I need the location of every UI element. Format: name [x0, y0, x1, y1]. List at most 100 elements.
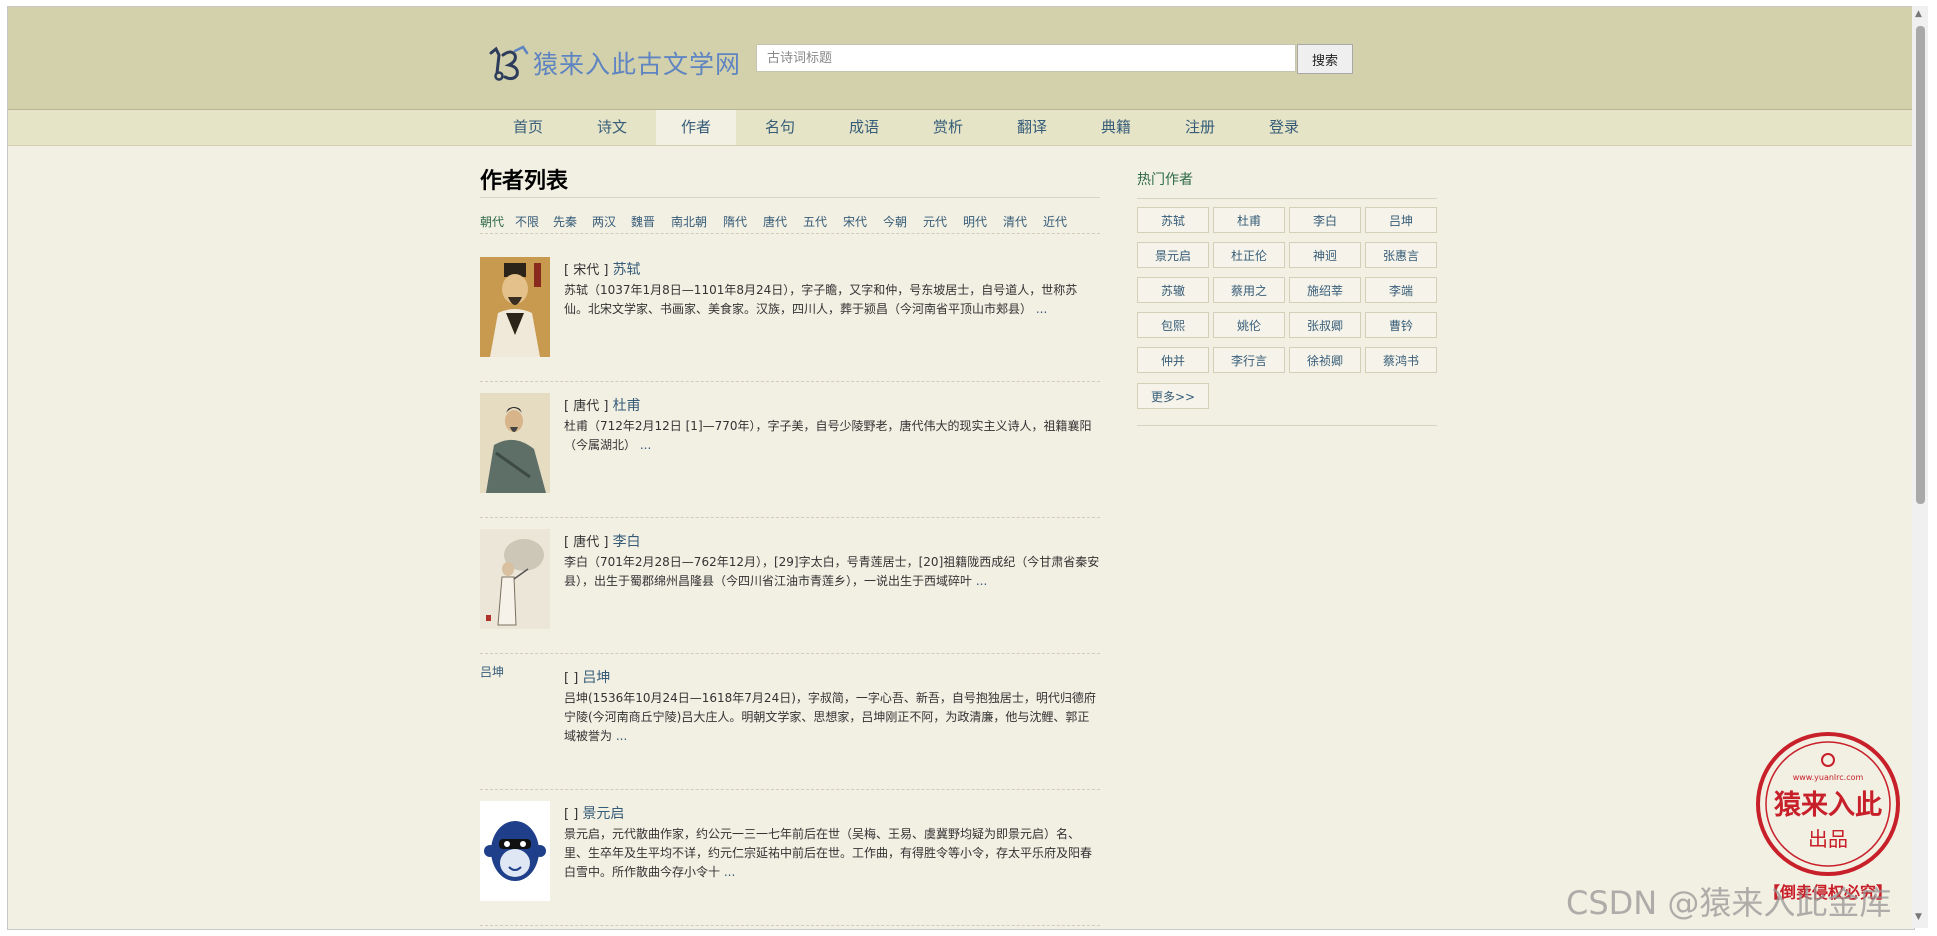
hot-author-link[interactable]: 杜甫	[1213, 207, 1285, 233]
hot-author-link[interactable]: 杜正伦	[1213, 242, 1285, 268]
scrollbar-thumb[interactable]	[1916, 26, 1925, 504]
nav-idioms[interactable]: 成语	[824, 110, 904, 145]
hot-author-link[interactable]: 神迥	[1289, 242, 1361, 268]
nav-authors[interactable]: 作者	[656, 110, 736, 145]
author-item-jing-yuanqi: [ ] 景元启 景元启，元代散曲作家，约公元一三一七年前后在世（吴梅、王易、虞冀…	[480, 801, 1100, 926]
author-name-link[interactable]: 吕坤	[582, 670, 610, 686]
nav-poems[interactable]: 诗文	[572, 110, 652, 145]
more-authors-link[interactable]: 更多>>	[1137, 383, 1209, 409]
hot-author-link[interactable]: 蔡用之	[1213, 277, 1285, 303]
author-item-du-fu: [ 唐代 ] 杜甫 杜甫（712年2月12日 [1]—770年），字子美，自号少…	[480, 393, 1100, 518]
nav-famous-lines[interactable]: 名句	[740, 110, 820, 145]
dynasty-five[interactable]: 五代	[803, 213, 827, 230]
nav-translation[interactable]: 翻译	[992, 110, 1072, 145]
hot-author-link[interactable]: 苏辙	[1137, 277, 1209, 303]
hot-author-link[interactable]: 蔡鸿书	[1365, 347, 1437, 373]
author-item-lv-kun: 吕坤 [ ] 吕坤 吕坤(1536年10月24日—1618年7月24日)，字叔简…	[480, 665, 1100, 790]
author-bio: 杜甫（712年2月12日 [1]—770年），字子美，自号少陵野老，唐代伟大的现…	[564, 417, 1100, 455]
seal-logo-icon	[1821, 753, 1835, 767]
monkey-logo-icon	[489, 45, 529, 81]
broken-image-icon[interactable]: 吕坤	[480, 665, 540, 679]
read-more-link[interactable]: ...	[1036, 302, 1047, 316]
site-title: 猿来入此古文学网	[533, 50, 742, 79]
page-title: 作者列表	[480, 169, 569, 194]
author-header: [ 宋代 ] 苏轼	[564, 259, 641, 279]
author-name-link[interactable]: 李白	[613, 534, 641, 550]
author-bio: 景元启，元代散曲作家，约公元一三一七年前后在世（吴梅、王易、虞冀野均疑为即景元启…	[564, 825, 1100, 882]
csdn-watermark: CSDN @猿来入此金库	[1566, 884, 1892, 922]
author-dynasty: [ ]	[564, 671, 579, 686]
author-header: [ 唐代 ] 李白	[564, 531, 641, 551]
dynasty-qing[interactable]: 清代	[1003, 213, 1027, 230]
author-bio: 吕坤(1536年10月24日—1618年7月24日)，字叔简，一字心吾、新吾，自…	[564, 689, 1100, 746]
stamp-url: www.yuanlrc.com	[1793, 773, 1864, 782]
author-header: [ ] 景元启	[564, 803, 624, 823]
read-more-link[interactable]: ...	[976, 574, 987, 588]
hot-author-link[interactable]: 李白	[1289, 207, 1361, 233]
hot-author-link[interactable]: 苏轼	[1137, 207, 1209, 233]
author-dynasty: [ 唐代 ]	[564, 399, 609, 414]
hot-author-link[interactable]: 李端	[1365, 277, 1437, 303]
author-portrait[interactable]	[480, 393, 550, 493]
hot-author-link[interactable]: 徐祯卿	[1289, 347, 1361, 373]
author-item-su-shi: [ 宋代 ] 苏轼 苏轼（1037年1月8日—1101年8月24日），字子瞻，又…	[480, 257, 1100, 382]
hot-authors-bottom-divider	[1137, 425, 1437, 426]
hot-author-link[interactable]: 张惠言	[1365, 242, 1437, 268]
dynasty-southern-northern[interactable]: 南北朝	[671, 213, 707, 230]
read-more-link[interactable]: ...	[724, 865, 735, 879]
hot-author-link[interactable]: 景元启	[1137, 242, 1209, 268]
author-portrait[interactable]	[480, 257, 550, 357]
author-bio: 李白（701年2月28日—762年12月），[29]字太白，号青莲居士，[20]…	[564, 553, 1100, 591]
nav-home[interactable]: 首页	[488, 110, 568, 145]
hot-author-link[interactable]: 姚伦	[1213, 312, 1285, 338]
author-bio-text: 吕坤(1536年10月24日—1618年7月24日)，字叔简，一字心吾、新吾，自…	[564, 691, 1096, 743]
dynasty-sui[interactable]: 隋代	[723, 213, 747, 230]
nav-login[interactable]: 登录	[1244, 110, 1324, 145]
scroll-down-arrow-icon[interactable]: ▼	[1915, 912, 1922, 922]
author-header: [ 唐代 ] 杜甫	[564, 395, 641, 415]
nav-register[interactable]: 注册	[1160, 110, 1240, 145]
hot-author-link[interactable]: 李行言	[1213, 347, 1285, 373]
author-item-li-bai: [ 唐代 ] 李白 李白（701年2月28日—762年12月），[29]字太白，…	[480, 529, 1100, 654]
search-input[interactable]	[756, 44, 1296, 72]
dynasty-present[interactable]: 今朝	[883, 213, 907, 230]
dynasty-ming[interactable]: 明代	[963, 213, 987, 230]
scroll-up-arrow-icon[interactable]: ▲	[1915, 9, 1922, 19]
hot-author-link[interactable]: 曹钤	[1365, 312, 1437, 338]
nav-appreciation[interactable]: 赏析	[908, 110, 988, 145]
hot-author-link[interactable]: 张叔卿	[1289, 312, 1361, 338]
read-more-link[interactable]: ...	[616, 729, 627, 743]
hot-author-link[interactable]: 施绍莘	[1289, 277, 1361, 303]
hot-author-link[interactable]: 仲并	[1137, 347, 1209, 373]
dynasty-wei-jin[interactable]: 魏晋	[631, 213, 655, 230]
author-portrait[interactable]	[480, 529, 550, 629]
search-button[interactable]: 搜索	[1297, 44, 1353, 74]
hot-author-link[interactable]: 包熙	[1137, 312, 1209, 338]
dynasty-song[interactable]: 宋代	[843, 213, 867, 230]
page-scrollbar[interactable]: ▲ ▼	[1912, 6, 1928, 928]
dynasty-all[interactable]: 不限	[515, 213, 539, 230]
author-dynasty: [ 宋代 ]	[564, 263, 609, 278]
author-bio-text: 李白（701年2月28日—762年12月），[29]字太白，号青莲居士，[20]…	[564, 555, 1100, 588]
author-bio-text: 苏轼（1037年1月8日—1101年8月24日），字子瞻，又字和仲，号东坡居士，…	[564, 283, 1078, 316]
dynasty-modern[interactable]: 近代	[1043, 213, 1067, 230]
author-portrait[interactable]	[480, 801, 550, 901]
dynasty-han[interactable]: 两汉	[592, 213, 616, 230]
author-name-link[interactable]: 苏轼	[613, 262, 641, 278]
site-header: 猿来入此古文学网 搜索	[8, 7, 1914, 110]
nav-classics[interactable]: 典籍	[1076, 110, 1156, 145]
hot-author-link[interactable]: 吕坤	[1365, 207, 1437, 233]
dynasty-tang[interactable]: 唐代	[763, 213, 787, 230]
author-name-link[interactable]: 杜甫	[613, 398, 641, 414]
hot-authors-title: 热门作者	[1137, 172, 1193, 188]
site-logo[interactable]: 猿来入此古文学网	[487, 43, 741, 83]
dynasty-filter: 朝代 不限 先秦 两汉 魏晋 南北朝 隋代 唐代 五代 宋代 今朝 元代 明代 …	[480, 211, 1100, 234]
dynasty-filter-label: 朝代	[480, 215, 505, 229]
author-name-link[interactable]: 景元启	[582, 806, 624, 822]
read-more-link[interactable]: ...	[640, 438, 651, 452]
dynasty-yuan[interactable]: 元代	[923, 213, 947, 230]
author-header: [ ] 吕坤	[564, 667, 610, 687]
stamp-main-text: 猿来入此	[1773, 790, 1882, 821]
main-nav: 首页 诗文 作者 名句 成语 赏析 翻译 典籍 注册 登录	[8, 110, 1914, 146]
dynasty-pre-qin[interactable]: 先秦	[553, 213, 577, 230]
